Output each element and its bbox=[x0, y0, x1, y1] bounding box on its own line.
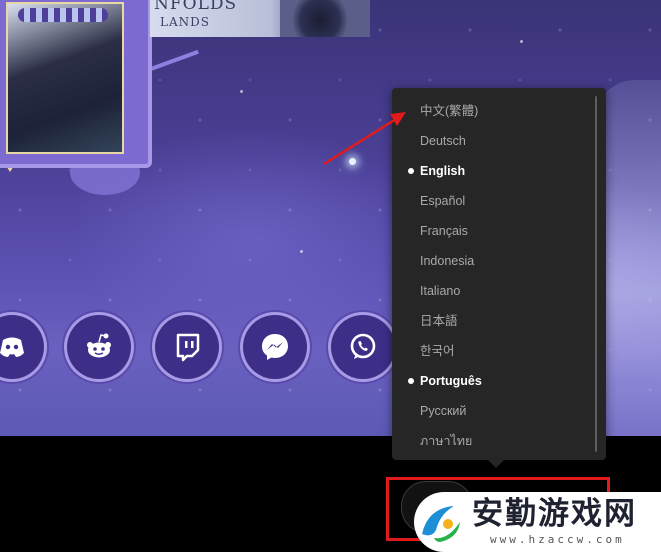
language-label: 한국어 bbox=[420, 344, 455, 358]
language-label: Indonesia bbox=[420, 254, 475, 268]
language-option[interactable]: Indonesia bbox=[392, 246, 606, 276]
language-option[interactable]: 日本語 bbox=[392, 306, 606, 336]
language-option[interactable]: Italiano bbox=[392, 276, 606, 306]
character-art bbox=[6, 2, 124, 154]
selected-dot-icon bbox=[408, 378, 414, 384]
language-dropdown: 中文(繁體) Deutsch English Español Français … bbox=[392, 88, 606, 468]
language-label: 中文(繁體) bbox=[420, 104, 479, 118]
banner-character bbox=[280, 0, 370, 37]
watermark-logo-icon bbox=[422, 506, 460, 542]
language-label: Português bbox=[420, 374, 482, 388]
language-label: Русский bbox=[420, 404, 467, 418]
watermark-title: 安勤游戏网 bbox=[472, 496, 637, 532]
messenger-icon[interactable] bbox=[243, 315, 307, 379]
whatsapp-icon[interactable] bbox=[331, 315, 395, 379]
language-option[interactable]: Español bbox=[392, 186, 606, 216]
dropdown-scrollbar[interactable] bbox=[595, 96, 597, 452]
sparkle bbox=[240, 90, 243, 93]
character-art-card bbox=[0, 0, 152, 168]
language-option[interactable]: Français bbox=[392, 216, 606, 246]
language-label: Deutsch bbox=[420, 134, 466, 148]
language-label: ภาษาไทย bbox=[420, 434, 473, 448]
language-label: Français bbox=[420, 224, 468, 238]
twitch-icon[interactable] bbox=[155, 315, 219, 379]
language-list: 中文(繁體) Deutsch English Español Français … bbox=[392, 88, 606, 456]
title-banner: NFOLDS LANDS bbox=[150, 0, 370, 37]
language-option[interactable]: Português bbox=[392, 366, 606, 396]
discord-icon[interactable] bbox=[0, 315, 44, 379]
language-option[interactable]: English bbox=[392, 156, 606, 186]
language-label: Español bbox=[420, 194, 466, 208]
sparkle bbox=[300, 250, 303, 253]
language-option[interactable]: ภาษาไทย bbox=[392, 426, 606, 456]
banner-text-line2: LANDS bbox=[160, 15, 210, 29]
reddit-icon[interactable] bbox=[67, 315, 131, 379]
watermark-url: www.hzaccw.com bbox=[490, 533, 625, 546]
language-label: English bbox=[420, 164, 466, 178]
language-option[interactable]: Русский bbox=[392, 396, 606, 426]
language-option[interactable]: Deutsch bbox=[392, 126, 606, 156]
language-option[interactable]: 한국어 bbox=[392, 336, 606, 366]
glowing-star bbox=[349, 158, 356, 165]
language-label: 日本語 bbox=[420, 314, 458, 328]
sparkle bbox=[520, 40, 523, 43]
language-label: Italiano bbox=[420, 284, 461, 298]
site-watermark: 安勤游戏网 www.hzaccw.com bbox=[414, 492, 661, 552]
language-option[interactable]: 中文(繁體) bbox=[392, 96, 606, 126]
selected-dot-icon bbox=[408, 168, 414, 174]
